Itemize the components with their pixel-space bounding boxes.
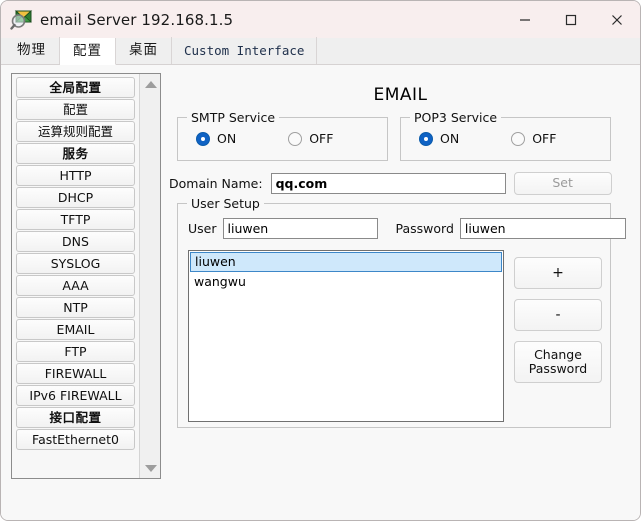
sidebar-item-firewall[interactable]: FIREWALL [16,363,135,384]
tab-desktop[interactable]: 桌面 [116,37,172,64]
tab-custom-interface[interactable]: Custom Interface [172,37,318,64]
sidebar-item-email[interactable]: EMAIL [16,319,135,340]
sidebar-scrollbar[interactable] [139,74,160,478]
content-area: 全局配置 配置 运算规则配置 服务 HTTP DHCP TFTP DNS SYS… [1,65,640,520]
change-password-button[interactable]: Change Password [514,341,602,383]
pop3-on-label: ON [440,131,460,146]
sidebar-item-interface-settings[interactable]: 接口配置 [16,407,135,428]
sidebar-item-algorithm-settings[interactable]: 运算规则配置 [16,121,135,142]
user-action-buttons: + - Change Password [514,257,602,383]
page-title: EMAIL [373,85,428,105]
sidebar: 全局配置 配置 运算规则配置 服务 HTTP DHCP TFTP DNS SYS… [11,73,161,479]
pop3-service-legend: POP3 Service [410,110,502,125]
user-credentials-row: User Password [188,218,626,239]
tab-physical[interactable]: 物理 [4,37,60,64]
sidebar-item-ipv6-firewall[interactable]: IPv6 FIREWALL [16,385,135,406]
user-label: User [188,221,217,236]
password-input[interactable] [459,218,626,239]
tab-config[interactable]: 配置 [60,38,116,65]
user-setup-legend: User Setup [187,196,264,211]
tab-strip: 物理 配置 桌面 Custom Interface [1,37,640,65]
sidebar-item-http[interactable]: HTTP [16,165,135,186]
smtp-service-legend: SMTP Service [187,110,280,125]
sidebar-item-syslog[interactable]: SYSLOG [16,253,135,274]
sidebar-item-ntp[interactable]: NTP [16,297,135,318]
scroll-up-arrow[interactable] [140,75,161,93]
user-input[interactable] [222,218,378,239]
pop3-radio-row: ON OFF [401,131,610,146]
list-item[interactable]: wangwu [189,272,503,291]
radio-unselected-icon [288,131,303,146]
sidebar-item-dns[interactable]: DNS [16,231,135,252]
smtp-on-radio[interactable]: ON [196,131,236,146]
sidebar-item-settings[interactable]: 配置 [16,99,135,120]
user-list[interactable]: liuwen wangwu [188,250,504,422]
maximize-button[interactable] [548,1,594,38]
pop3-off-label: OFF [532,131,557,146]
title-bar: email Server 192.168.1.5 [1,1,640,38]
pop3-service-group: POP3 Service ON OFF [400,110,611,161]
change-password-line1: Change [534,346,582,362]
minimize-button[interactable] [502,1,548,38]
sidebar-item-aaa[interactable]: AAA [16,275,135,296]
sidebar-list: 全局配置 配置 运算规则配置 服务 HTTP DHCP TFTP DNS SYS… [16,77,135,451]
pop3-off-radio[interactable]: OFF [511,131,556,146]
password-label: Password [395,221,454,236]
add-user-button[interactable]: + [514,257,602,289]
domain-name-row: Domain Name: Set [169,171,632,195]
close-button[interactable] [594,1,640,38]
smtp-off-radio[interactable]: OFF [288,131,333,146]
list-item[interactable]: liuwen [190,252,502,272]
remove-user-button[interactable]: - [514,299,602,331]
main-panel: EMAIL SMTP Service ON OFF POP3 Service O… [169,73,632,512]
sidebar-item-fastethernet0[interactable]: FastEthernet0 [16,429,135,450]
sidebar-item-services[interactable]: 服务 [16,143,135,164]
mail-magnifier-icon [10,9,34,31]
sidebar-item-ftp[interactable]: FTP [16,341,135,362]
email-server-window: email Server 192.168.1.5 物理 配置 桌面 Custom… [0,0,641,521]
change-password-line2: Password [528,361,588,376]
radio-unselected-icon [511,131,526,146]
user-setup-group: User Setup User Password liuwen wangwu +… [177,196,626,428]
smtp-radio-row: ON OFF [178,131,387,146]
window-controls [502,1,640,38]
sidebar-item-tftp[interactable]: TFTP [16,209,135,230]
smtp-off-label: OFF [309,131,334,146]
pop3-on-radio[interactable]: ON [419,131,459,146]
window-title: email Server 192.168.1.5 [40,10,234,29]
domain-name-label: Domain Name: [169,175,263,191]
sidebar-item-global-settings[interactable]: 全局配置 [16,77,135,98]
domain-name-input[interactable] [270,172,506,194]
sidebar-item-dhcp[interactable]: DHCP [16,187,135,208]
set-button[interactable]: Set [513,171,612,195]
radio-selected-icon [196,131,210,146]
radio-selected-icon [419,131,433,146]
smtp-service-group: SMTP Service ON OFF [177,110,388,161]
scroll-down-arrow[interactable] [140,459,161,477]
smtp-on-label: ON [217,131,237,146]
